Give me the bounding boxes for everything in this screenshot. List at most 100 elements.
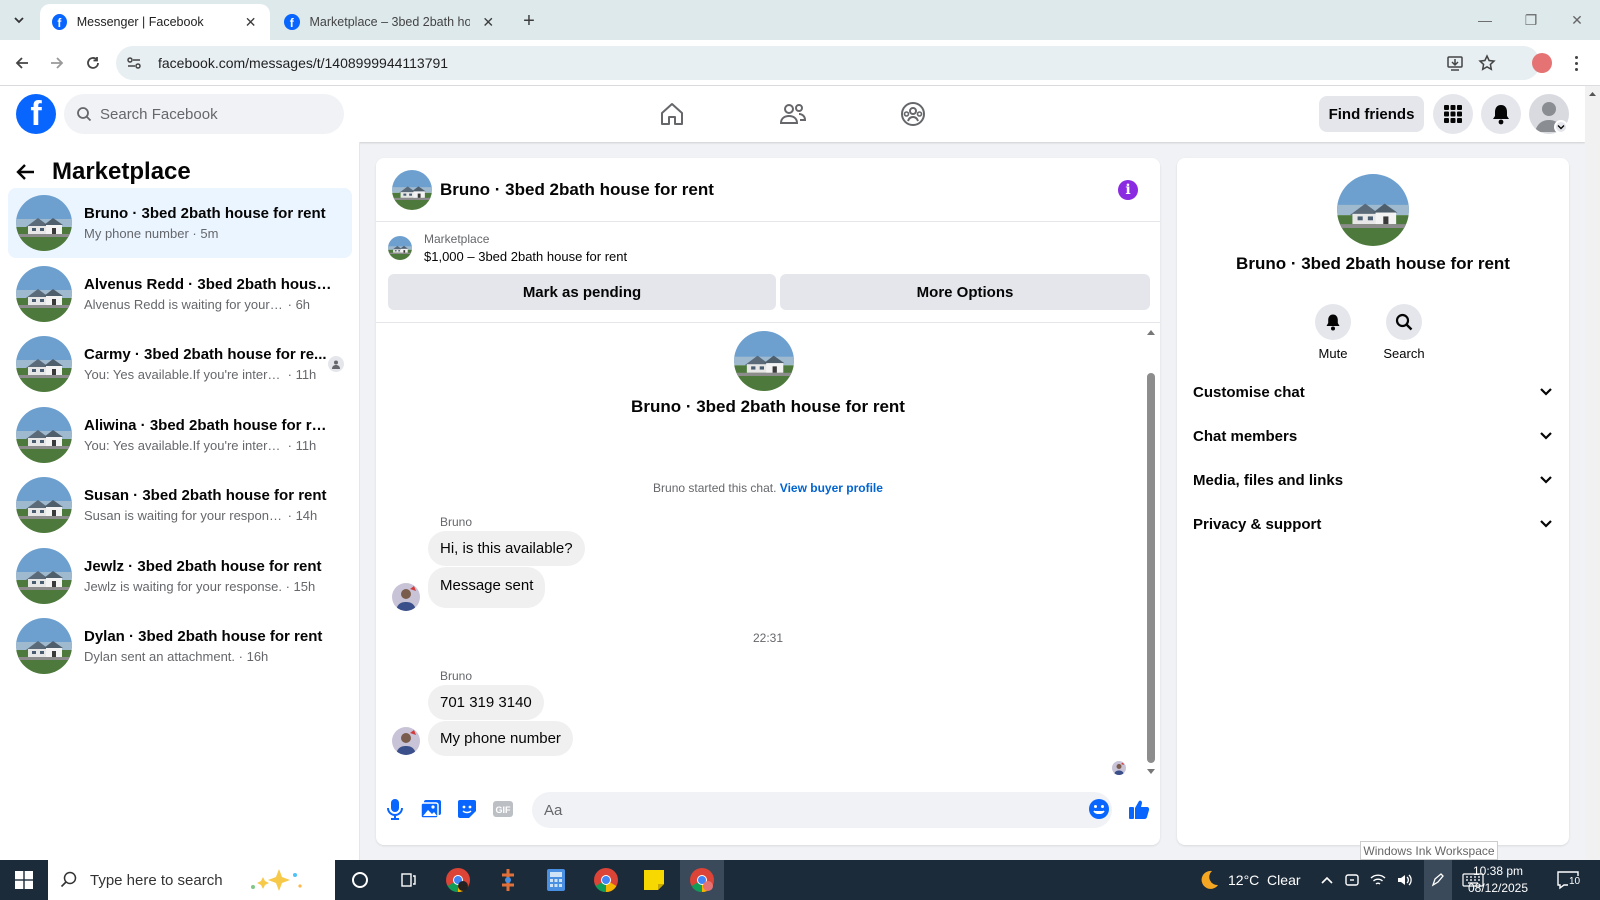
customise-chat-section[interactable]: Customise chat <box>1193 372 1553 412</box>
cortana-icon[interactable] <box>338 860 382 900</box>
pen-icon[interactable] <box>1424 860 1452 900</box>
chat-title[interactable]: Bruno · 3bed 2bath house for rent <box>440 180 714 200</box>
volume-icon[interactable] <box>1396 872 1414 888</box>
weather-widget[interactable]: 12°C Clear <box>1198 860 1301 900</box>
bookmark-star-icon[interactable] <box>1478 54 1496 72</box>
sender-avatar[interactable] <box>392 727 420 755</box>
tab-search-button[interactable] <box>8 9 30 31</box>
message-bubble[interactable]: 701 319 3140 <box>428 685 544 720</box>
chevron-up-icon[interactable] <box>1320 875 1334 885</box>
view-buyer-profile-link[interactable]: View buyer profile <box>780 481 883 495</box>
mute-button[interactable]: Mute <box>1303 304 1363 361</box>
search-icon <box>60 871 77 888</box>
reload-button[interactable] <box>80 50 106 76</box>
time-divider: 22:31 <box>752 631 784 645</box>
app-icon[interactable] <box>486 860 530 900</box>
new-tab-button[interactable]: + <box>518 10 540 32</box>
conversation-time: 15h <box>293 579 316 594</box>
microphone-icon[interactable] <box>382 796 408 822</box>
taskbar-clock[interactable]: 10:38 pm 08/12/2025 <box>1458 863 1538 897</box>
profile-avatar-icon[interactable] <box>1532 53 1552 73</box>
facebook-logo-icon[interactable]: f <box>16 94 56 134</box>
address-bar[interactable]: facebook.com/messages/t/1408999944113791 <box>116 46 1540 80</box>
gif-icon[interactable]: GIF <box>490 796 516 822</box>
sender-avatar[interactable] <box>392 583 420 611</box>
conversation-item[interactable]: Dylan · 3bed 2bath house for rent Dylan s… <box>8 611 352 681</box>
chrome-app-icon[interactable] <box>436 860 480 900</box>
message-composer: GIF <box>376 782 1160 838</box>
tab-marketplace[interactable]: f Marketplace – 3bed 2bath house ✕ <box>272 4 508 40</box>
find-friends-button[interactable]: Find friends <box>1319 96 1424 132</box>
back-arrow-icon[interactable] <box>16 162 36 182</box>
install-app-icon[interactable] <box>1446 54 1464 72</box>
message-bubble[interactable]: My phone number <box>428 721 573 756</box>
message-input[interactable] <box>532 792 1112 828</box>
close-tab-icon[interactable]: ✕ <box>243 14 258 30</box>
browser-menu-icon[interactable] <box>1568 52 1584 74</box>
message-bubble[interactable]: Message sent <box>428 567 546 608</box>
mark-as-pending-button[interactable]: Mark as pending <box>388 274 776 310</box>
photo-icon[interactable] <box>418 796 444 822</box>
conversation-name: Carmy · 3bed 2bath house for re... <box>84 346 327 363</box>
listing-bar[interactable]: Marketplace $1,000 – 3bed 2bath house fo… <box>388 230 1148 266</box>
page-scrollbar[interactable] <box>1585 86 1600 860</box>
conversation-name: Susan · 3bed 2bath house for rent <box>84 487 327 504</box>
conversation-item[interactable]: Aliwina · 3bed 2bath house for rent You: … <box>8 400 352 470</box>
privacy-support-section[interactable]: Privacy & support <box>1193 504 1553 544</box>
close-window-button[interactable]: ✕ <box>1554 6 1600 34</box>
notifications-bell-icon[interactable] <box>1481 94 1521 134</box>
weather-text: 12°C Clear <box>1228 872 1301 888</box>
chat-scrollbar[interactable] <box>1146 329 1155 775</box>
tab-messenger[interactable]: f Messenger | Facebook ✕ <box>40 4 270 40</box>
forward-button[interactable] <box>44 50 70 76</box>
chat-members-section[interactable]: Chat members <box>1193 416 1553 456</box>
chat-avatar[interactable] <box>392 169 432 210</box>
groups-nav-icon[interactable] <box>895 96 931 132</box>
read-receipt-avatar <box>1112 761 1126 775</box>
message-bubble[interactable]: Hi, is this available? <box>428 531 585 566</box>
chrome-app-icon[interactable] <box>584 860 628 900</box>
windows-start-icon[interactable] <box>0 860 48 900</box>
site-info-icon[interactable] <box>126 55 142 71</box>
sticker-icon[interactable] <box>454 796 480 822</box>
message-thread[interactable]: Bruno · 3bed 2bath house for rent Bruno … <box>376 322 1160 782</box>
notification-center-icon[interactable]: 10 <box>1556 860 1582 900</box>
notification-count: 10 <box>1568 876 1582 887</box>
home-nav-icon[interactable] <box>654 96 690 132</box>
thumbs-up-icon[interactable] <box>1126 796 1152 822</box>
conversation-item[interactable]: Bruno · 3bed 2bath house for rent My phon… <box>8 188 352 258</box>
emoji-icon[interactable] <box>1086 796 1112 822</box>
friends-nav-icon[interactable] <box>775 96 811 132</box>
conversation-name: Alvenus Redd · 3bed 2bath house ... <box>84 276 334 293</box>
calculator-app-icon[interactable] <box>534 860 578 900</box>
info-avatar[interactable] <box>1337 174 1409 246</box>
conversation-preview: My phone number <box>84 226 189 241</box>
facebook-header: f Find friends <box>0 86 1585 142</box>
conversation-time: 11h <box>295 438 317 453</box>
back-button[interactable] <box>9 50 35 76</box>
search-in-chat-button[interactable]: Search <box>1374 304 1434 361</box>
more-options-button[interactable]: More Options <box>780 274 1150 310</box>
conversation-item[interactable]: Jewlz · 3bed 2bath house for rent Jewlz i… <box>8 541 352 611</box>
chevron-down-icon[interactable] <box>1554 120 1568 134</box>
meet-now-icon[interactable] <box>1344 872 1360 888</box>
close-tab-icon[interactable]: ✕ <box>480 14 496 30</box>
info-icon[interactable]: i <box>1118 180 1138 200</box>
facebook-search[interactable] <box>64 94 344 134</box>
search-highlight-icon <box>250 869 302 891</box>
conversation-item[interactable]: Carmy · 3bed 2bath house for re... You: Y… <box>8 329 352 399</box>
minimize-button[interactable]: — <box>1462 6 1508 34</box>
chat-started-note: Bruno started this chat. View buyer prof… <box>376 481 1160 495</box>
chrome-app-icon[interactable] <box>680 860 724 900</box>
maximize-button[interactable]: ❐ <box>1508 6 1554 34</box>
menu-grid-icon[interactable] <box>1433 94 1473 134</box>
wifi-icon[interactable] <box>1370 872 1386 888</box>
sticky-notes-app-icon[interactable] <box>632 860 676 900</box>
taskbar-search[interactable]: Type here to search <box>48 860 335 900</box>
task-view-icon[interactable] <box>386 860 430 900</box>
conversation-item[interactable]: Alvenus Redd · 3bed 2bath house ... Alven… <box>8 259 352 329</box>
media-files-links-section[interactable]: Media, files and links <box>1193 460 1553 500</box>
conversation-item[interactable]: Susan · 3bed 2bath house for rent Susan i… <box>8 470 352 540</box>
facebook-search-input[interactable] <box>100 105 320 123</box>
ink-workspace-tooltip: Windows Ink Workspace <box>1360 841 1498 860</box>
